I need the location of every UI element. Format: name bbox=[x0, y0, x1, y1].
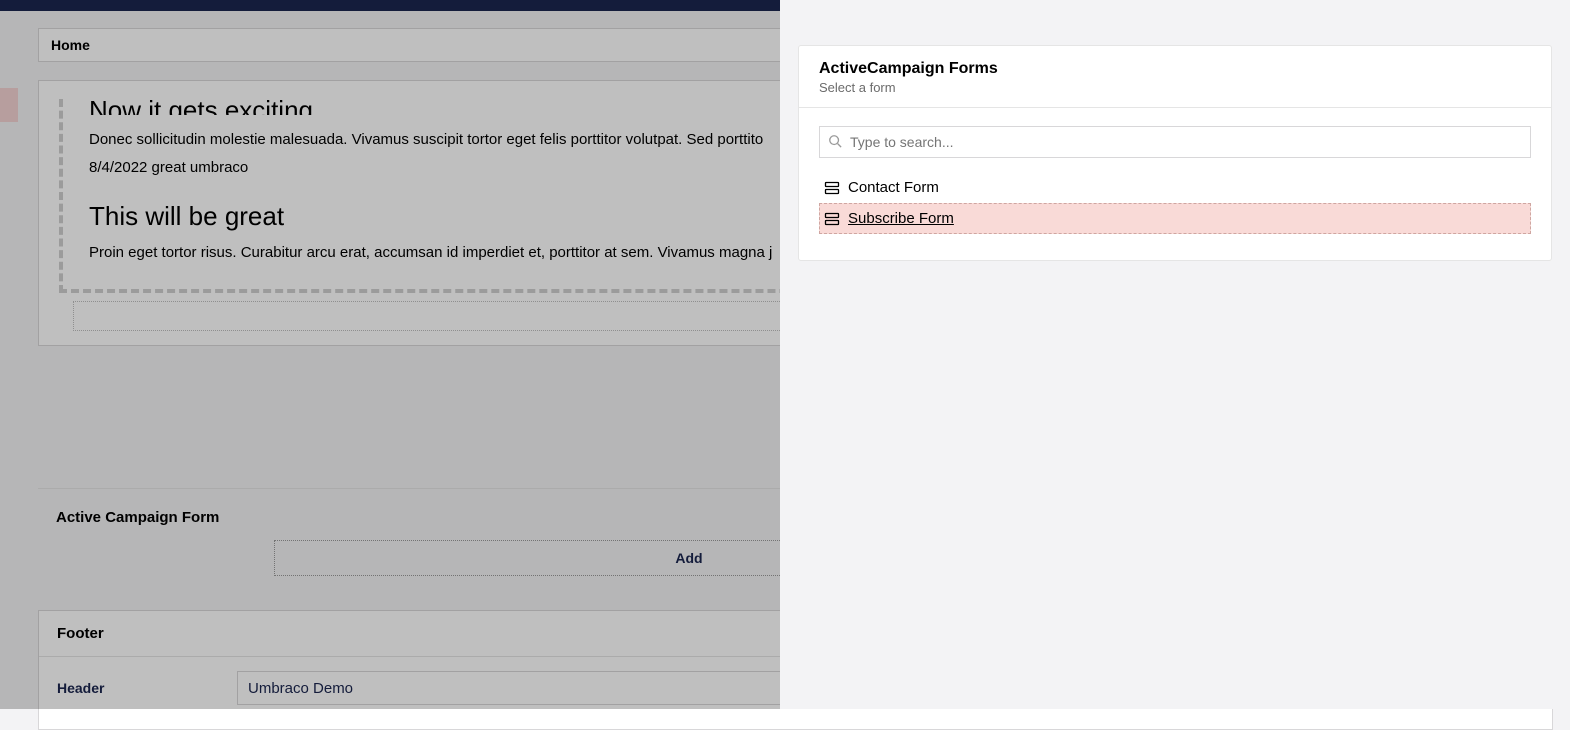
form-item-subscribe[interactable]: Subscribe Form bbox=[819, 203, 1531, 234]
left-gutter bbox=[0, 11, 20, 709]
form-item-contact[interactable]: Contact Form bbox=[819, 172, 1531, 203]
panel-subtitle: Select a form bbox=[819, 80, 1531, 95]
tab-home[interactable]: Home bbox=[39, 37, 102, 53]
search-input[interactable] bbox=[819, 126, 1531, 158]
search-icon bbox=[828, 134, 842, 148]
side-panel: ActiveCampaign Forms Select a form bbox=[780, 0, 1570, 709]
form-icon bbox=[824, 211, 840, 227]
tree-active-marker bbox=[0, 88, 18, 122]
form-picker: ActiveCampaign Forms Select a form bbox=[798, 45, 1552, 261]
panel-title: ActiveCampaign Forms bbox=[819, 60, 1531, 78]
form-item-label: Contact Form bbox=[848, 179, 939, 196]
add-form-button-label: Add bbox=[675, 550, 702, 566]
form-item-label: Subscribe Form bbox=[848, 210, 954, 227]
footer-header-label: Header bbox=[57, 680, 237, 696]
form-icon bbox=[824, 180, 840, 196]
